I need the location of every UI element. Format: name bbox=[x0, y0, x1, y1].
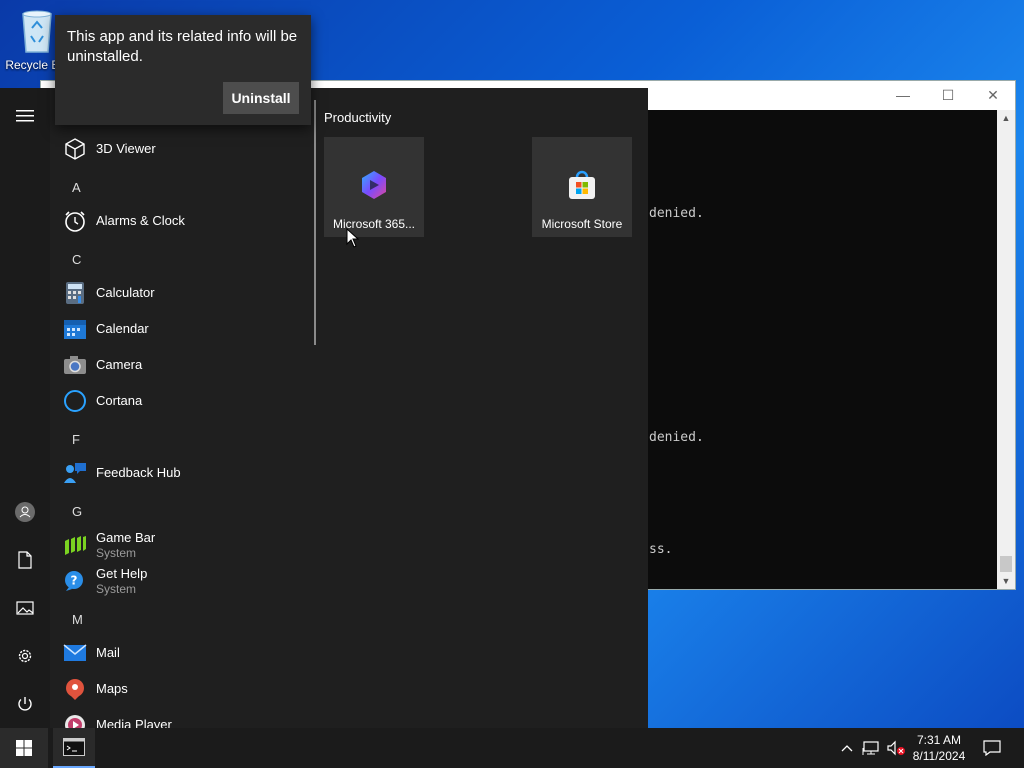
app-sublabel: System bbox=[96, 581, 137, 596]
app-item-get-help[interactable]: ? Get Help System bbox=[62, 563, 147, 599]
app-item-alarms-clock[interactable]: Alarms & Clock bbox=[62, 203, 185, 239]
close-button[interactable]: ✕ bbox=[979, 85, 1007, 105]
uninstall-confirmation-flyout: This app and its related info will be un… bbox=[55, 15, 311, 125]
app-label: Cortana bbox=[96, 393, 143, 408]
tile-label: Microsoft Store bbox=[541, 217, 623, 231]
taskbar-app-command-prompt[interactable] bbox=[53, 728, 95, 768]
command-prompt-icon bbox=[63, 738, 85, 756]
app-item-cortana[interactable]: Cortana bbox=[62, 383, 142, 419]
app-item-calculator[interactable]: Calculator bbox=[62, 275, 155, 311]
app-item-media-player[interactable]: Media Player bbox=[62, 707, 172, 728]
scroll-down-arrow-icon[interactable]: ▼ bbox=[997, 573, 1015, 589]
scroll-up-arrow-icon[interactable]: ▲ bbox=[997, 110, 1015, 126]
console-line: denied. bbox=[649, 206, 704, 221]
app-item-mail[interactable]: Mail bbox=[62, 635, 120, 671]
game-bar-icon bbox=[62, 532, 88, 558]
mail-icon bbox=[62, 640, 88, 666]
app-label: Get Help bbox=[96, 565, 148, 581]
app-label: Camera bbox=[96, 357, 143, 372]
app-label: Calendar bbox=[96, 321, 149, 336]
scrollbar-thumb[interactable] bbox=[1000, 556, 1012, 572]
show-hidden-icons-chevron-icon[interactable] bbox=[836, 728, 858, 768]
feedback-hub-icon bbox=[62, 460, 88, 486]
app-list[interactable]: 3D Viewer A Alarms & Clock C Calculator … bbox=[54, 88, 312, 728]
get-help-icon: ? bbox=[62, 568, 88, 594]
tile-group-title[interactable]: Productivity bbox=[324, 110, 391, 125]
alarm-clock-icon bbox=[62, 208, 88, 234]
uninstall-button[interactable]: Uninstall bbox=[223, 82, 299, 114]
calculator-icon bbox=[62, 280, 88, 306]
app-label: Feedback Hub bbox=[96, 465, 181, 480]
app-label: Media Player bbox=[96, 717, 172, 728]
cube-icon bbox=[62, 136, 88, 162]
recycle-bin-icon bbox=[17, 6, 57, 54]
app-item-calendar[interactable]: Calendar bbox=[62, 311, 149, 347]
start-menu: 3D Viewer A Alarms & Clock C Calculator … bbox=[0, 88, 648, 728]
notifications-icon[interactable] bbox=[980, 728, 1004, 768]
calendar-icon bbox=[62, 316, 88, 342]
letter-header-m[interactable]: M bbox=[72, 612, 83, 627]
user-icon[interactable] bbox=[13, 500, 37, 524]
windows-logo-icon bbox=[16, 740, 32, 756]
letter-header-a[interactable]: A bbox=[72, 180, 81, 195]
minimize-button[interactable]: — bbox=[889, 85, 917, 105]
camera-icon bbox=[62, 352, 88, 378]
app-list-scrollbar[interactable] bbox=[314, 100, 316, 345]
console-line: ss. bbox=[649, 542, 673, 557]
app-item-3d-viewer[interactable]: 3D Viewer bbox=[62, 131, 156, 167]
app-label: Calculator bbox=[96, 285, 155, 300]
settings-icon[interactable] bbox=[13, 644, 37, 668]
documents-icon[interactable] bbox=[13, 548, 37, 572]
app-item-game-bar[interactable]: Game Bar System bbox=[62, 527, 155, 563]
app-label: Game Bar bbox=[96, 529, 156, 545]
clock-time: 7:31 AM bbox=[916, 733, 962, 747]
tile-microsoft-365[interactable]: Microsoft 365... bbox=[324, 137, 424, 237]
app-sublabel: System bbox=[96, 545, 137, 560]
taskbar-clock[interactable]: 7:31 AM 8/11/2024 bbox=[904, 732, 974, 764]
hamburger-menu-icon[interactable] bbox=[13, 104, 37, 128]
microsoft-365-icon bbox=[358, 169, 390, 201]
app-item-maps[interactable]: Maps bbox=[62, 671, 128, 707]
start-button[interactable] bbox=[0, 728, 48, 768]
microsoft-store-icon bbox=[566, 169, 598, 201]
letter-header-f[interactable]: F bbox=[72, 432, 80, 447]
app-label: Alarms & Clock bbox=[96, 213, 185, 228]
pictures-icon[interactable] bbox=[13, 596, 37, 620]
letter-header-c[interactable]: C bbox=[72, 252, 81, 267]
console-line: denied. bbox=[649, 430, 704, 445]
taskbar: 7:31 AM 8/11/2024 bbox=[0, 728, 1024, 768]
network-icon[interactable] bbox=[860, 728, 882, 768]
app-item-camera[interactable]: Camera bbox=[62, 347, 142, 383]
cortana-icon bbox=[62, 388, 88, 414]
power-icon[interactable] bbox=[13, 692, 37, 716]
maps-icon bbox=[62, 676, 88, 702]
maximize-button[interactable]: ☐ bbox=[934, 85, 962, 105]
svg-text:?: ? bbox=[71, 574, 78, 588]
tile-label: Microsoft 365... bbox=[332, 217, 416, 231]
clock-date: 8/11/2024 bbox=[912, 749, 966, 763]
app-item-feedback-hub[interactable]: Feedback Hub bbox=[62, 455, 181, 491]
app-label: 3D Viewer bbox=[96, 141, 156, 156]
letter-header-g[interactable]: G bbox=[72, 504, 82, 519]
uninstall-message: This app and its related info will be un… bbox=[67, 28, 298, 65]
start-menu-rail bbox=[0, 88, 50, 728]
mouse-cursor-icon bbox=[346, 227, 360, 253]
console-scrollbar[interactable]: ▲ ▼ bbox=[997, 110, 1015, 589]
app-label: Mail bbox=[96, 645, 120, 660]
tile-microsoft-store[interactable]: Microsoft Store bbox=[532, 137, 632, 237]
media-player-icon bbox=[62, 712, 88, 728]
app-label: Maps bbox=[96, 681, 128, 696]
